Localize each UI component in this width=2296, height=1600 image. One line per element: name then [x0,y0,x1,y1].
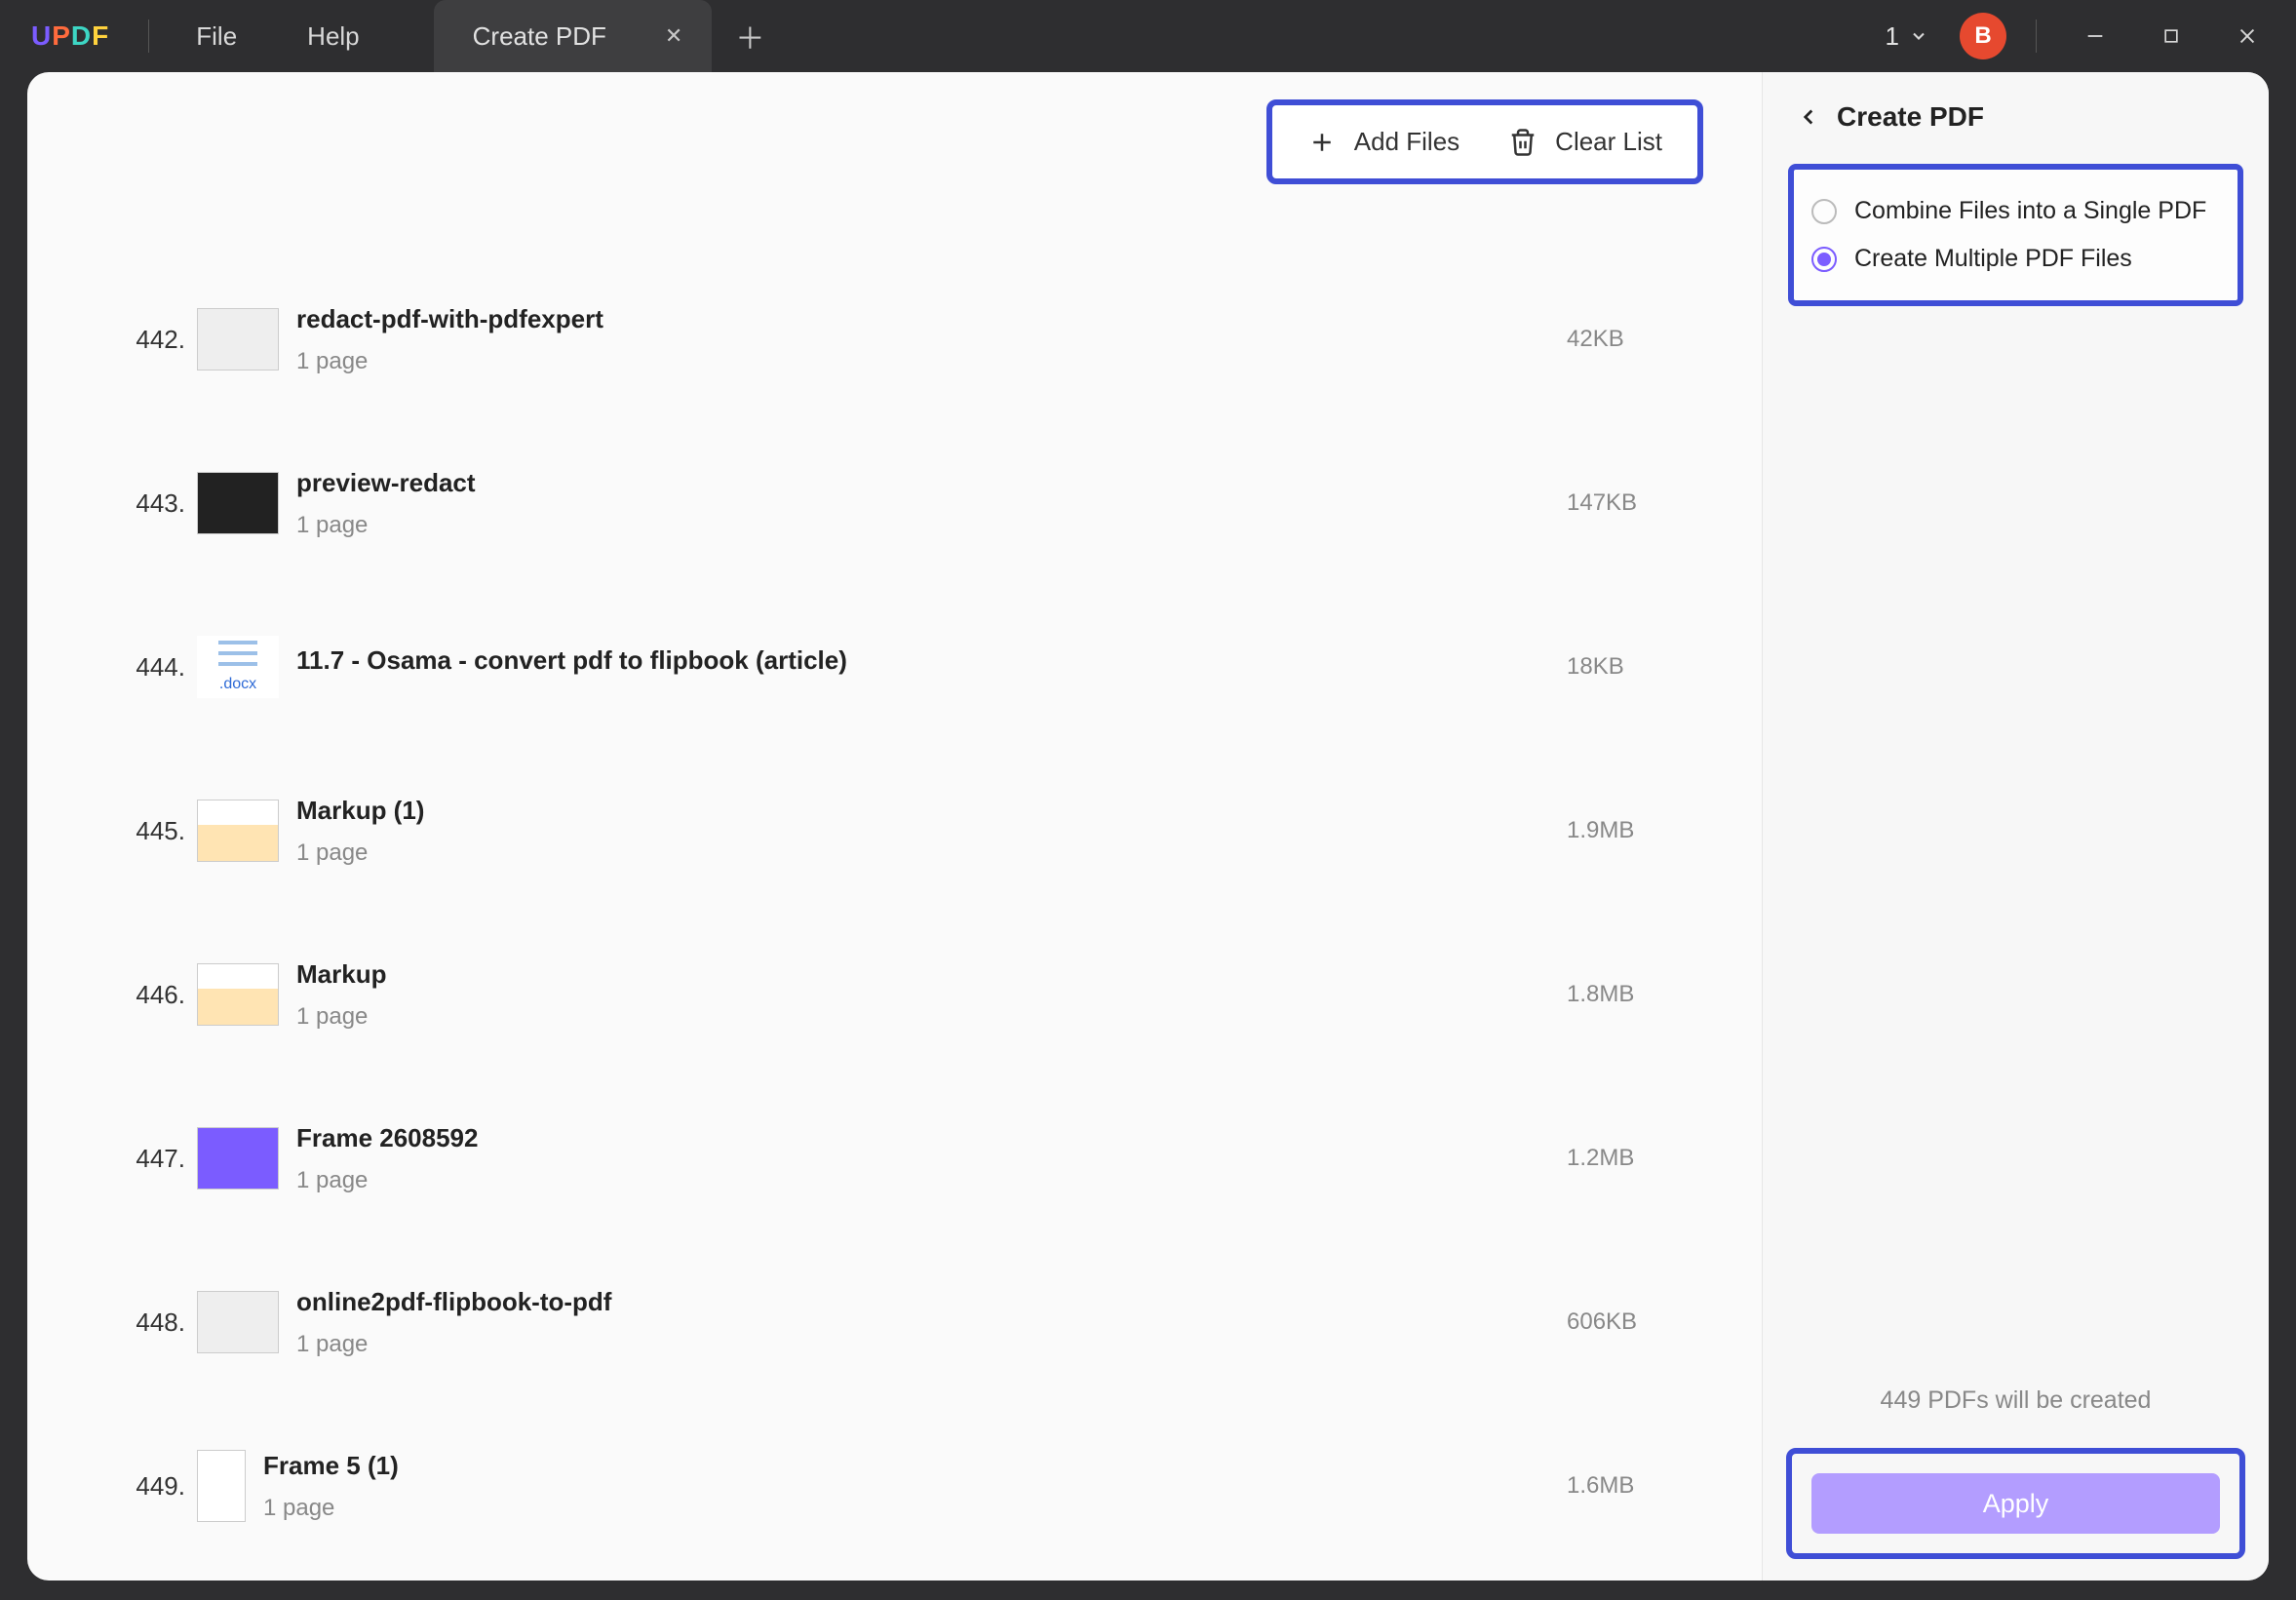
output-options: Combine Files into a Single PDF Create M… [1788,164,2243,306]
file-size: 1.8MB [1567,981,1723,1008]
file-name: 11.7 - Osama - convert pdf to flipbook (… [296,645,1567,676]
apply-button[interactable]: Apply [1811,1473,2220,1534]
file-size: 1.9MB [1567,817,1723,844]
file-thumbnail: .docx [197,636,279,698]
file-thumbnail [197,1127,279,1190]
file-size: 606KB [1567,1308,1723,1336]
file-name: Markup (1) [296,796,1567,826]
file-size: 42KB [1567,326,1723,353]
maximize-button[interactable] [2142,17,2200,56]
file-name: Frame 2608592 [296,1123,1567,1153]
file-pages: 1 page [296,1331,1567,1358]
row-index: 446. [115,980,191,1010]
tab-create-pdf[interactable]: Create PDF ✕ [434,0,713,72]
file-thumbnail [197,1291,279,1353]
option-multiple[interactable]: Create Multiple PDF Files [1811,235,2220,283]
file-list: 442.redact-pdf-with-pdfexpert1 page42KB4… [115,257,1723,1568]
divider [148,20,149,53]
file-size: 147KB [1567,489,1723,517]
file-pages: 1 page [296,512,1567,539]
radio-icon [1811,199,1837,224]
status-text: 449 PDFs will be created [1786,1386,2245,1415]
divider [2036,20,2037,53]
new-tab-button[interactable]: ＋ [735,15,764,58]
file-pages: 1 page [296,348,1567,375]
chevron-left-icon[interactable] [1796,104,1821,130]
avatar[interactable]: B [1960,13,2006,59]
clear-list-button[interactable]: Clear List [1508,127,1662,157]
sidebar-header: Create PDF [1763,72,2269,158]
file-name: online2pdf-flipbook-to-pdf [296,1287,1567,1317]
file-pages: 1 page [296,1003,1567,1031]
file-name: Frame 5 (1) [263,1451,1567,1481]
file-row[interactable]: 446. Markup 1 page1.8MB [115,913,1723,1076]
titlebar: UPDF File Help Create PDF ✕ ＋ 1 B [0,0,2296,72]
row-index: 449. [115,1471,191,1502]
row-index: 447. [115,1144,191,1174]
apply-container: Apply [1786,1448,2245,1559]
row-index: 445. [115,816,191,846]
add-files-button[interactable]: Add Files [1307,127,1459,157]
file-name: preview-redact [296,468,1567,498]
file-name: redact-pdf-with-pdfexpert [296,304,1567,334]
file-size: 1.6MB [1567,1472,1723,1500]
row-index: 443. [115,488,191,519]
sidebar-title: Create PDF [1837,101,1984,133]
file-row[interactable]: 442. redact-pdf-with-pdfexpert 1 page42KB [115,257,1723,421]
workspace: Add Files Clear List 442. redact-pdf-with… [27,72,2269,1580]
radio-icon [1811,247,1837,272]
app-logo: UPDF [0,20,136,52]
close-window-button[interactable] [2218,17,2277,56]
file-size: 18KB [1567,653,1723,681]
menu-help[interactable]: Help [272,21,394,52]
chevron-down-icon [1909,26,1928,46]
file-thumbnail [197,472,279,534]
file-pages: 1 page [296,839,1567,867]
file-thumbnail [197,963,279,1026]
file-row[interactable]: 445. Markup (1) 1 page1.9MB [115,749,1723,913]
file-row[interactable]: 449. Frame 5 (1) 1 page1.6MB [115,1404,1723,1568]
file-thumbnail [197,800,279,862]
minimize-button[interactable] [2066,17,2124,56]
file-row[interactable]: 443. preview-redact 1 page147KB [115,421,1723,585]
file-pages: 1 page [263,1495,1567,1522]
row-index: 444. [115,652,191,683]
main-panel: Add Files Clear List 442. redact-pdf-with… [27,72,1762,1580]
file-thumbnail [197,1450,246,1522]
file-row[interactable]: 447. Frame 2608592 1 page1.2MB [115,1076,1723,1240]
plus-icon [1307,128,1337,157]
sidebar: Create PDF Combine Files into a Single P… [1762,72,2269,1580]
file-row[interactable]: 444..docx 11.7 - Osama - convert pdf to f… [115,585,1723,749]
trash-icon [1508,128,1537,157]
window-count[interactable]: 1 [1872,16,1942,58]
option-combine[interactable]: Combine Files into a Single PDF [1811,187,2220,235]
file-size: 1.2MB [1567,1145,1723,1172]
file-pages: 1 page [296,1167,1567,1194]
file-name: Markup [296,959,1567,990]
row-index: 448. [115,1307,191,1338]
file-actions: Add Files Clear List [1266,99,1703,184]
file-thumbnail [197,308,279,371]
close-icon[interactable]: ✕ [665,23,682,49]
file-row[interactable]: 448. online2pdf-flipbook-to-pdf 1 page606K… [115,1240,1723,1404]
menu-file[interactable]: File [161,21,272,52]
tab-label: Create PDF [473,21,606,52]
row-index: 442. [115,325,191,355]
